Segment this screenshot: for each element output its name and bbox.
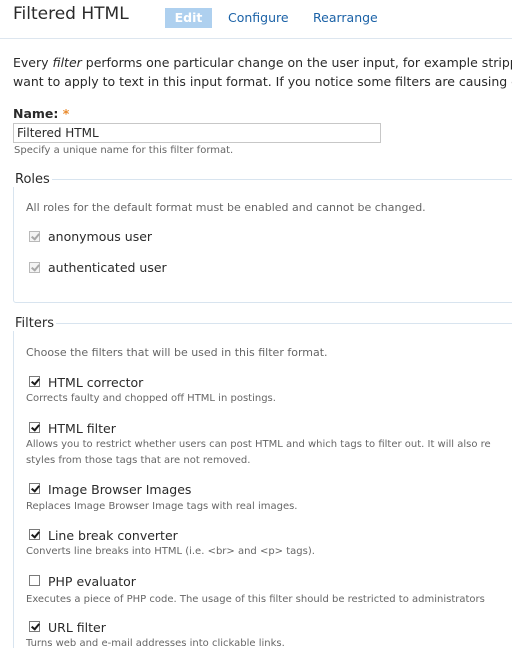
filters-description: Choose the filters that will be used in …	[26, 346, 328, 359]
filter-label-image-browser-images: Image Browser Images	[48, 482, 192, 497]
roles-legend: Roles	[13, 172, 52, 187]
tab-edit[interactable]: Edit	[165, 8, 212, 28]
filter-description-html-filter-line-2: styles from those tags that are not remo…	[26, 455, 251, 466]
role-label-authenticated-user: authenticated user	[48, 260, 167, 275]
role-label-anonymous-user: anonymous user	[48, 229, 153, 244]
checkbox-html-corrector[interactable]	[29, 376, 40, 387]
filter-description-line-break-converter: Converts line breaks into HTML (i.e. <br…	[26, 546, 315, 557]
checkbox-authenticated-user[interactable]	[29, 262, 40, 273]
name-description: Specify a unique name for this filter fo…	[14, 145, 234, 156]
page-header: Filtered HTML Edit Configure Rearrange	[0, 0, 512, 39]
name-label: Name: *	[13, 106, 70, 121]
intro-line-2: want to apply to text in this input form…	[13, 74, 512, 89]
required-marker: *	[62, 106, 70, 121]
filter-description-html-filter: Allows you to restrict whether users can…	[26, 439, 491, 450]
filter-description-url-filter: Turns web and e-mail addresses into clic…	[26, 638, 285, 648]
filter-label-line-break-converter: Line break converter	[48, 528, 178, 543]
filter-description-html-corrector: Corrects faulty and chopped off HTML in …	[26, 393, 276, 404]
filter-description-php-evaluator: Executes a piece of PHP code. The usage …	[26, 594, 485, 605]
checkbox-php-evaluator[interactable]	[29, 575, 40, 586]
roles-description: All roles for the default format must be…	[26, 201, 426, 214]
intro-emphasis: filter	[52, 55, 82, 70]
filter-label-url-filter: URL filter	[48, 620, 106, 635]
filter-description-image-browser-images: Replaces Image Browser Image tags with r…	[26, 501, 298, 512]
filters-legend: Filters	[13, 316, 56, 331]
checkbox-line-break-converter[interactable]	[29, 529, 40, 540]
filter-label-html-filter: HTML filter	[48, 421, 116, 436]
intro-text: Every filter performs one particular cha…	[13, 53, 512, 91]
checkbox-image-browser-images[interactable]	[29, 483, 40, 494]
tab-rearrange[interactable]: Rearrange	[313, 8, 378, 28]
checkbox-url-filter[interactable]	[29, 621, 40, 632]
intro-line-1: Every filter performs one particular cha…	[13, 55, 512, 70]
checkbox-anonymous-user[interactable]	[29, 231, 40, 242]
tab-configure[interactable]: Configure	[228, 8, 289, 28]
checkbox-html-filter[interactable]	[29, 422, 40, 433]
filter-label-php-evaluator: PHP evaluator	[48, 574, 136, 589]
name-input[interactable]	[13, 123, 381, 143]
filter-format-page: Filtered HTML Edit Configure Rearrange E…	[0, 0, 512, 648]
filter-label-html-corrector: HTML corrector	[48, 375, 144, 390]
page-title: Filtered HTML	[13, 4, 129, 24]
